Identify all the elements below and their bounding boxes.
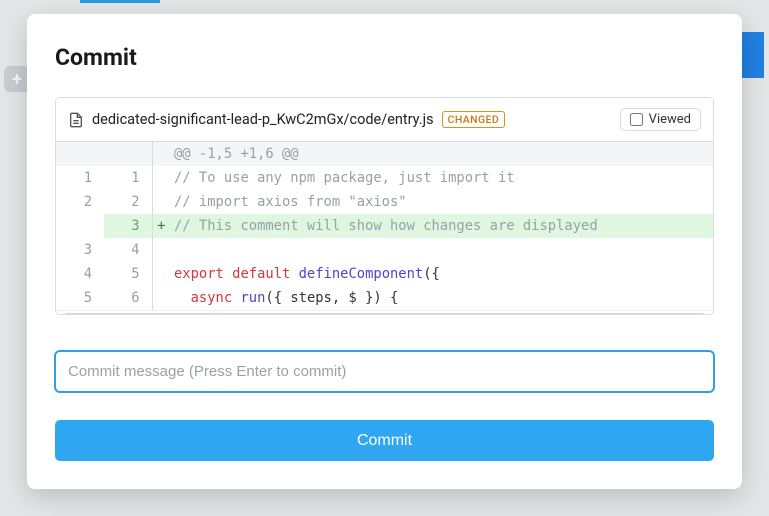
horizontal-scrollbar[interactable] xyxy=(56,310,713,315)
changed-badge: CHANGED xyxy=(442,111,506,128)
commit-modal: Commit dedicated-significant-lead-p_KwC2… xyxy=(27,14,742,489)
hunk-header: @@ -1,5 +1,6 @@ xyxy=(56,142,713,166)
modal-title: Commit xyxy=(55,44,714,71)
diff-line: 45export default defineComponent({ xyxy=(56,262,713,286)
diff-line: 22// import axios from "axios" xyxy=(56,190,713,214)
diff-file-block: dedicated-significant-lead-p_KwC2mGx/cod… xyxy=(55,97,714,315)
viewed-label: Viewed xyxy=(649,112,691,127)
diff-table: @@ -1,5 +1,6 @@11// To use any npm packa… xyxy=(56,142,713,310)
diff-line: 11// To use any npm package, just import… xyxy=(56,166,713,190)
diff-line-added: 3+// This comment will show how changes … xyxy=(56,214,713,238)
viewed-toggle[interactable]: Viewed xyxy=(620,108,701,131)
diff-line: 34 xyxy=(56,238,713,262)
file-path: dedicated-significant-lead-p_KwC2mGx/cod… xyxy=(92,111,434,128)
file-header: dedicated-significant-lead-p_KwC2mGx/cod… xyxy=(56,98,713,142)
file-icon xyxy=(68,112,84,128)
diff-line: 56 async run({ steps, $ }) { xyxy=(56,286,713,310)
commit-message-input[interactable] xyxy=(55,351,714,392)
commit-button[interactable]: Commit xyxy=(55,420,714,461)
viewed-checkbox[interactable] xyxy=(630,113,643,126)
